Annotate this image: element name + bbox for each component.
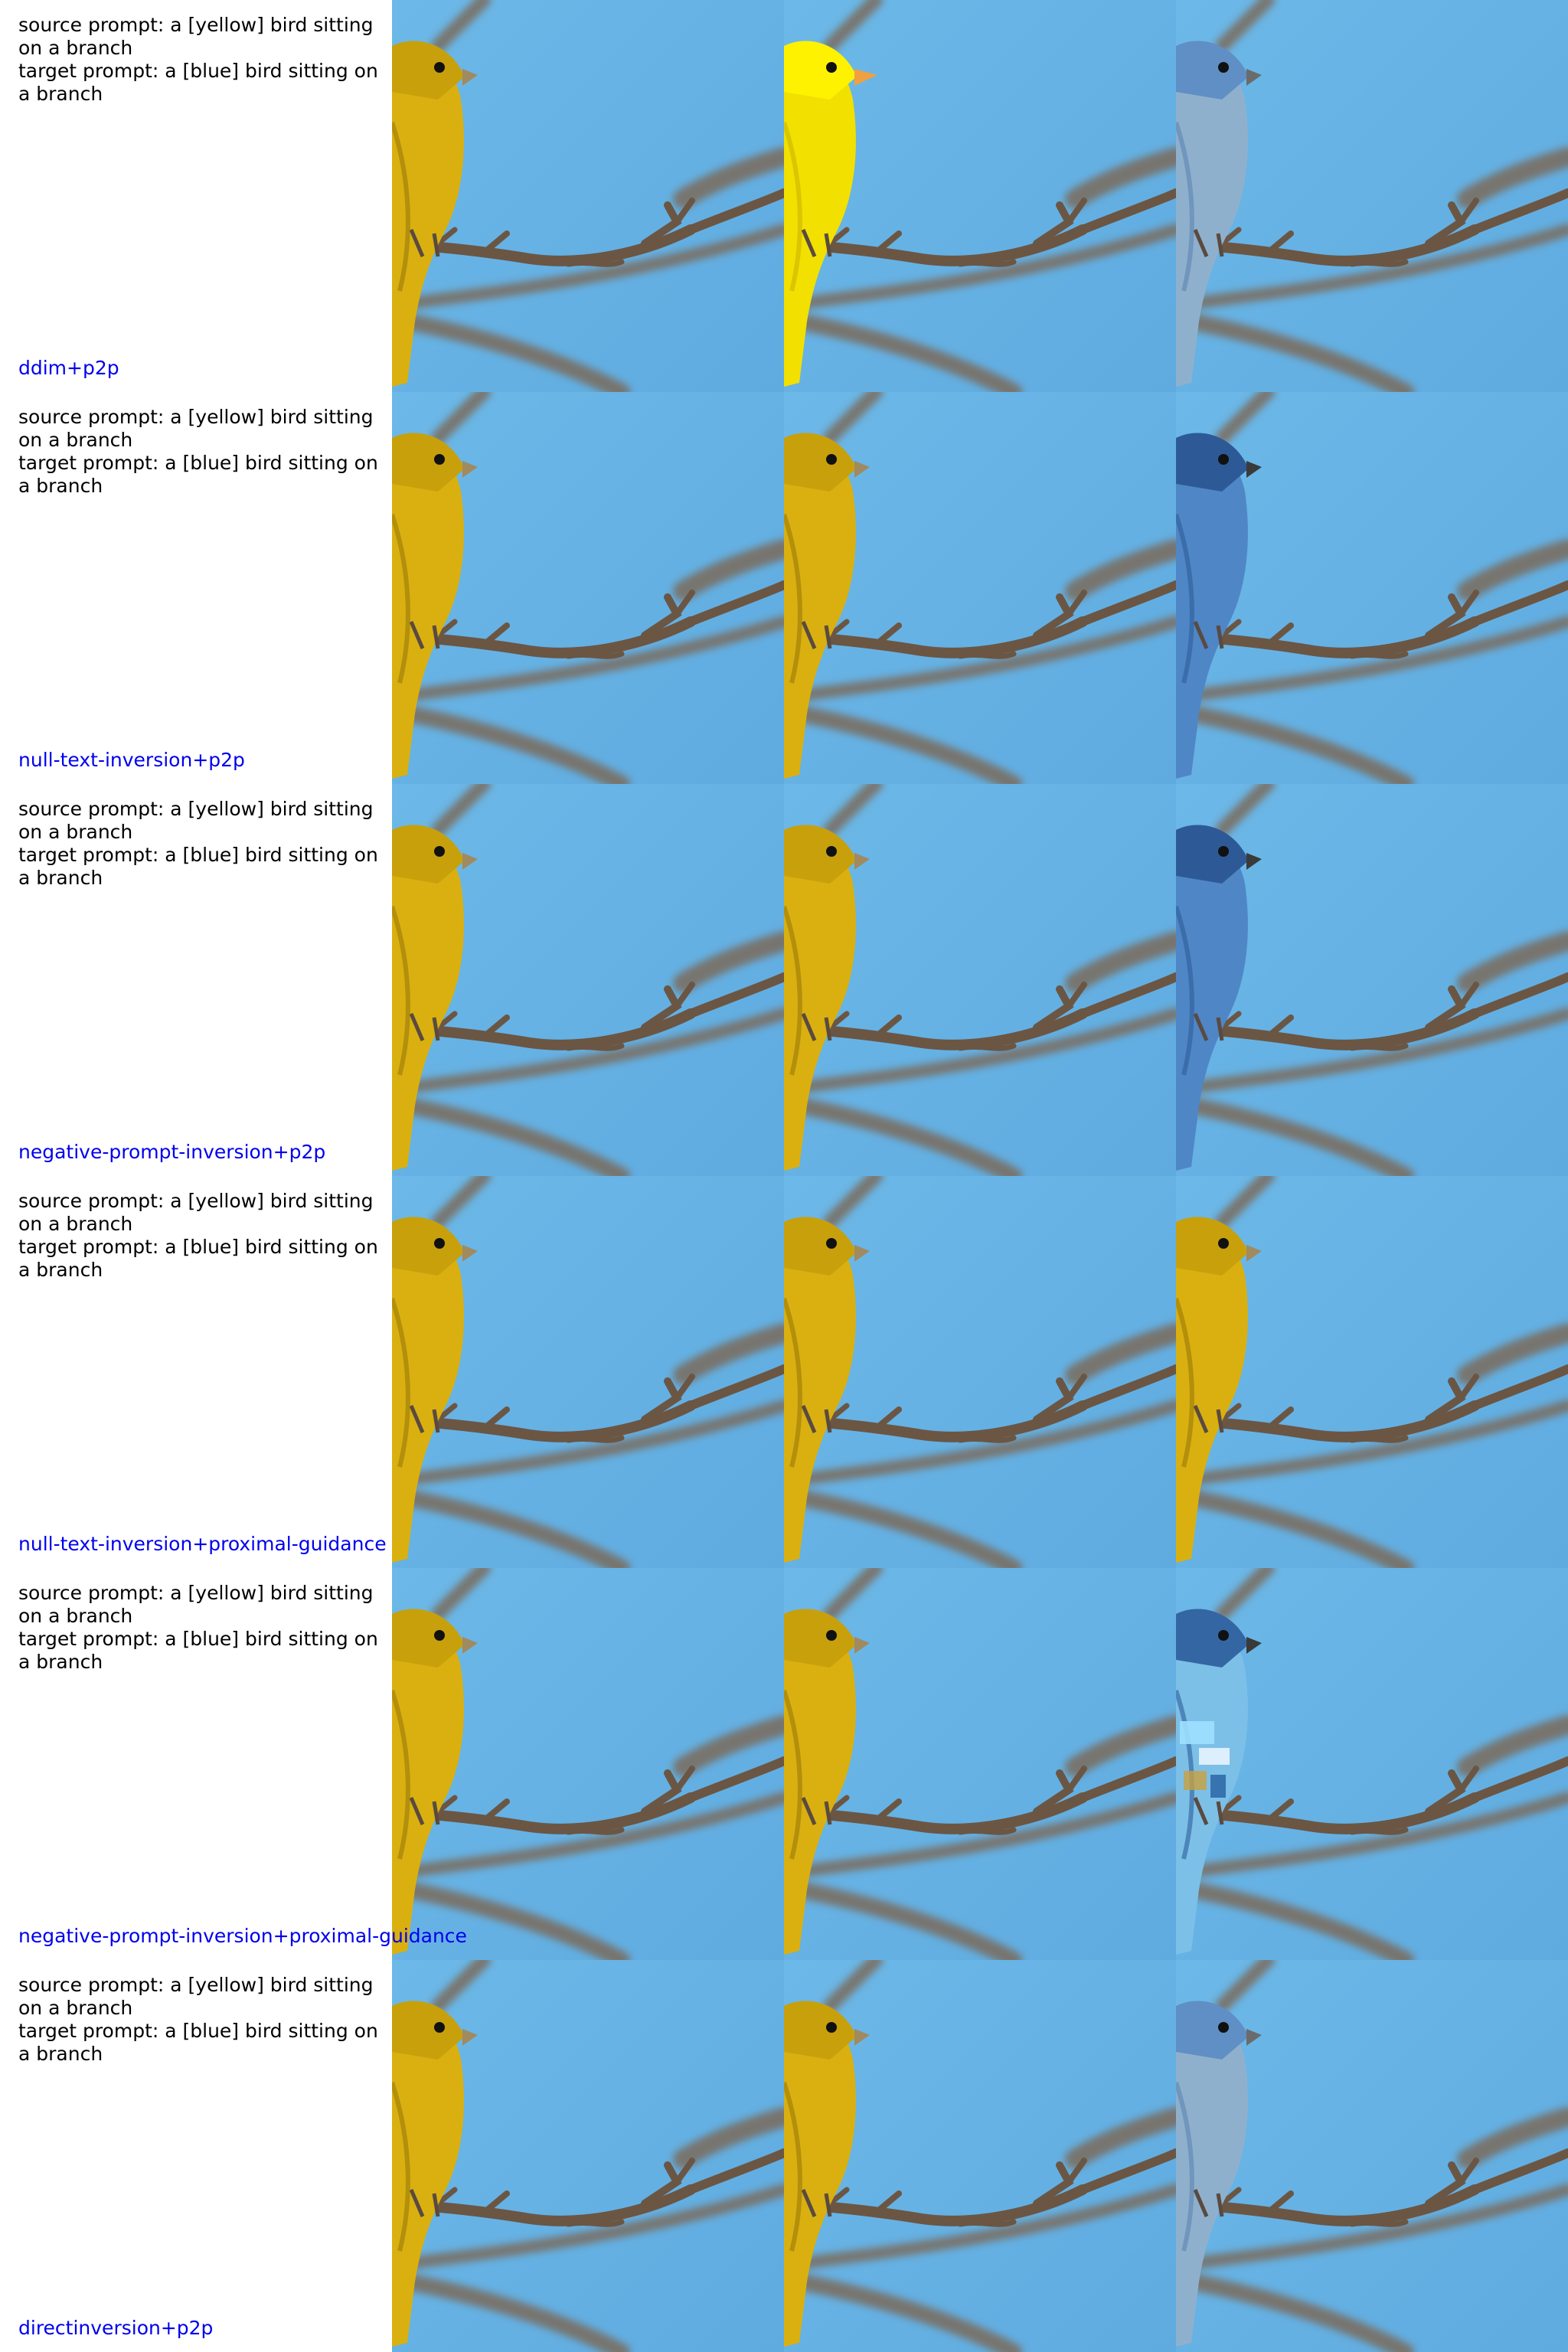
target-prompt: target prompt: a [blue] bird sitting on … — [18, 60, 378, 105]
method-label: null-text-inversion+proximal-guidance — [18, 1533, 387, 1555]
glitched-blue-bird-photo — [1176, 1568, 1568, 1960]
source-prompt: source prompt: a [yellow] bird sitting o… — [18, 1582, 374, 1627]
target-prompt: target prompt: a [blue] bird sitting on … — [18, 844, 378, 889]
yellow-bird-photo — [392, 1176, 784, 1568]
method-label: ddim+p2p — [18, 357, 119, 379]
yellow-bird-photo — [784, 1176, 1176, 1568]
yellow-bird-photo — [784, 1960, 1176, 2352]
yellow-bird-photo — [784, 784, 1176, 1176]
prompt-label-cell: source prompt: a [yellow] bird sitting o… — [0, 1960, 392, 2352]
method-label: directinversion+p2p — [18, 2317, 214, 2339]
target-prompt: target prompt: a [blue] bird sitting on … — [18, 1628, 378, 1673]
target-prompt: target prompt: a [blue] bird sitting on … — [18, 1236, 378, 1281]
comparison-row: source prompt: a [yellow] bird sitting o… — [0, 1176, 1568, 1568]
comparison-grid: source prompt: a [yellow] bird sitting o… — [0, 0, 1568, 2352]
comparison-row: source prompt: a [yellow] bird sitting o… — [0, 1568, 1568, 1960]
blue-bird-photo — [1176, 784, 1568, 1176]
source-prompt: source prompt: a [yellow] bird sitting o… — [18, 1190, 374, 1235]
prompt-text: source prompt: a [yellow] bird sitting o… — [18, 798, 386, 890]
method-label: negative-prompt-inversion+proximal-guida… — [18, 1925, 467, 1947]
yellow-bird-photo — [392, 0, 784, 392]
blue-bird-photo — [1176, 392, 1568, 784]
prompt-label-cell: source prompt: a [yellow] bird sitting o… — [0, 392, 392, 784]
comparison-row: source prompt: a [yellow] bird sitting o… — [0, 1960, 1568, 2352]
prompt-text: source prompt: a [yellow] bird sitting o… — [18, 1582, 386, 1674]
yellow-bird-photo — [392, 1960, 784, 2352]
method-label: negative-prompt-inversion+p2p — [18, 1141, 326, 1163]
yellow-bird-photo — [392, 1568, 784, 1960]
prompt-label-cell: source prompt: a [yellow] bird sitting o… — [0, 1568, 392, 1960]
yellow-bird-photo — [392, 392, 784, 784]
prompt-label-cell: source prompt: a [yellow] bird sitting o… — [0, 0, 392, 392]
prompt-text: source prompt: a [yellow] bird sitting o… — [18, 1190, 386, 1282]
comparison-row: source prompt: a [yellow] bird sitting o… — [0, 392, 1568, 784]
source-prompt: source prompt: a [yellow] bird sitting o… — [18, 798, 374, 843]
source-prompt: source prompt: a [yellow] bird sitting o… — [18, 406, 374, 451]
method-label: null-text-inversion+p2p — [18, 749, 245, 771]
prompt-label-cell: source prompt: a [yellow] bird sitting o… — [0, 784, 392, 1176]
prompt-text: source prompt: a [yellow] bird sitting o… — [18, 1974, 386, 2066]
prompt-label-cell: source prompt: a [yellow] bird sitting o… — [0, 1176, 392, 1568]
pale-blue-bird-photo — [1176, 1960, 1568, 2352]
yellow-bird-photo — [784, 392, 1176, 784]
prompt-text: source prompt: a [yellow] bird sitting o… — [18, 14, 386, 106]
yellow-bird-photo — [392, 784, 784, 1176]
bright-yellow-bird-photo — [784, 0, 1176, 392]
pale-blue-bird-photo — [1176, 0, 1568, 392]
comparison-row: source prompt: a [yellow] bird sitting o… — [0, 784, 1568, 1176]
target-prompt: target prompt: a [blue] bird sitting on … — [18, 452, 378, 497]
comparison-row: source prompt: a [yellow] bird sitting o… — [0, 0, 1568, 392]
source-prompt: source prompt: a [yellow] bird sitting o… — [18, 14, 374, 59]
yellow-bird-photo — [784, 1568, 1176, 1960]
prompt-text: source prompt: a [yellow] bird sitting o… — [18, 406, 386, 498]
source-prompt: source prompt: a [yellow] bird sitting o… — [18, 1974, 374, 2019]
target-prompt: target prompt: a [blue] bird sitting on … — [18, 2020, 378, 2065]
yellow-bird-photo — [1176, 1176, 1568, 1568]
